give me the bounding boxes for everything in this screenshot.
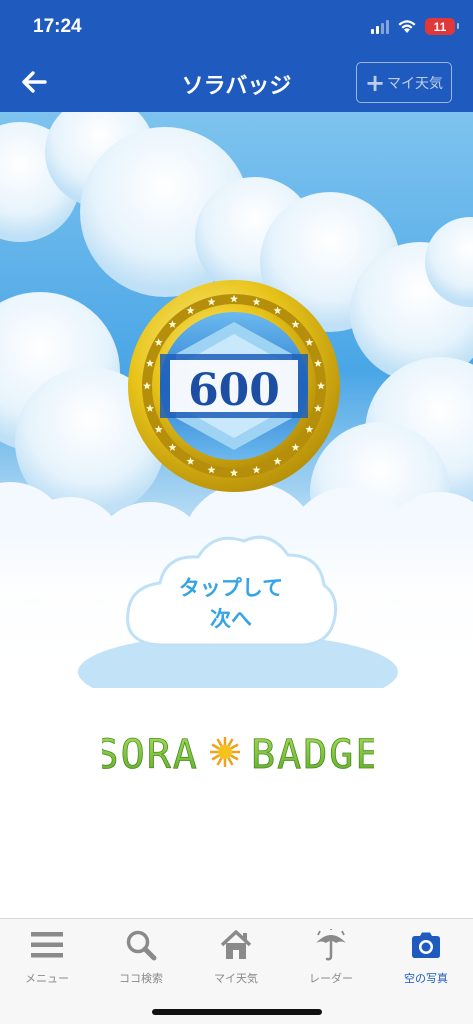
badge-number: 600 bbox=[188, 365, 280, 416]
home-indicator bbox=[152, 1009, 322, 1015]
sky-background: 600 タップして 次へ bbox=[0, 112, 473, 688]
logo-text: SORA BADGE bbox=[102, 732, 374, 778]
tap-next-line1: タップして bbox=[178, 576, 284, 600]
tab-my-weather[interactable]: マイ天気 bbox=[189, 927, 283, 991]
tab-search[interactable]: ココ検索 bbox=[94, 927, 188, 991]
tap-next-button[interactable]: タップして 次へ bbox=[120, 525, 342, 658]
home-icon bbox=[218, 927, 254, 963]
tab-menu-label: メニュー bbox=[25, 972, 69, 985]
umbrella-icon bbox=[313, 927, 349, 963]
camera-icon bbox=[408, 927, 444, 963]
battery-icon: 11 bbox=[425, 18, 459, 35]
tab-radar-label: レーダー bbox=[309, 972, 353, 985]
tab-radar[interactable]: レーダー bbox=[284, 927, 378, 991]
menu-icon bbox=[29, 927, 65, 963]
wifi-icon bbox=[398, 20, 416, 33]
status-time: 17:24 bbox=[33, 16, 82, 37]
tab-sky-photos-label: 空の写真 bbox=[404, 972, 448, 985]
sora-badge-logo: SORA BADGE bbox=[102, 732, 374, 779]
search-icon bbox=[123, 927, 159, 963]
tab-menu[interactable]: メニュー bbox=[0, 927, 94, 991]
tab-search-label: ココ検索 bbox=[119, 972, 163, 985]
add-my-weather-button[interactable]: + マイ天気 bbox=[356, 62, 452, 103]
app-header: 17:24 11 ソラバッジ + マイ天気 bbox=[0, 0, 473, 112]
tab-my-weather-label: マイ天気 bbox=[214, 972, 258, 985]
sora-badge-600[interactable]: 600 bbox=[126, 278, 342, 494]
plus-icon: + bbox=[364, 68, 386, 97]
tap-next-line2: 次へ bbox=[210, 607, 252, 631]
add-my-weather-label: マイ天気 bbox=[387, 75, 444, 92]
tap-next-label: タップして 次へ bbox=[120, 573, 342, 635]
status-icons: 11 bbox=[371, 18, 459, 35]
tab-sky-photos[interactable]: 空の写真 bbox=[379, 927, 473, 991]
cellular-signal-icon bbox=[371, 19, 389, 34]
